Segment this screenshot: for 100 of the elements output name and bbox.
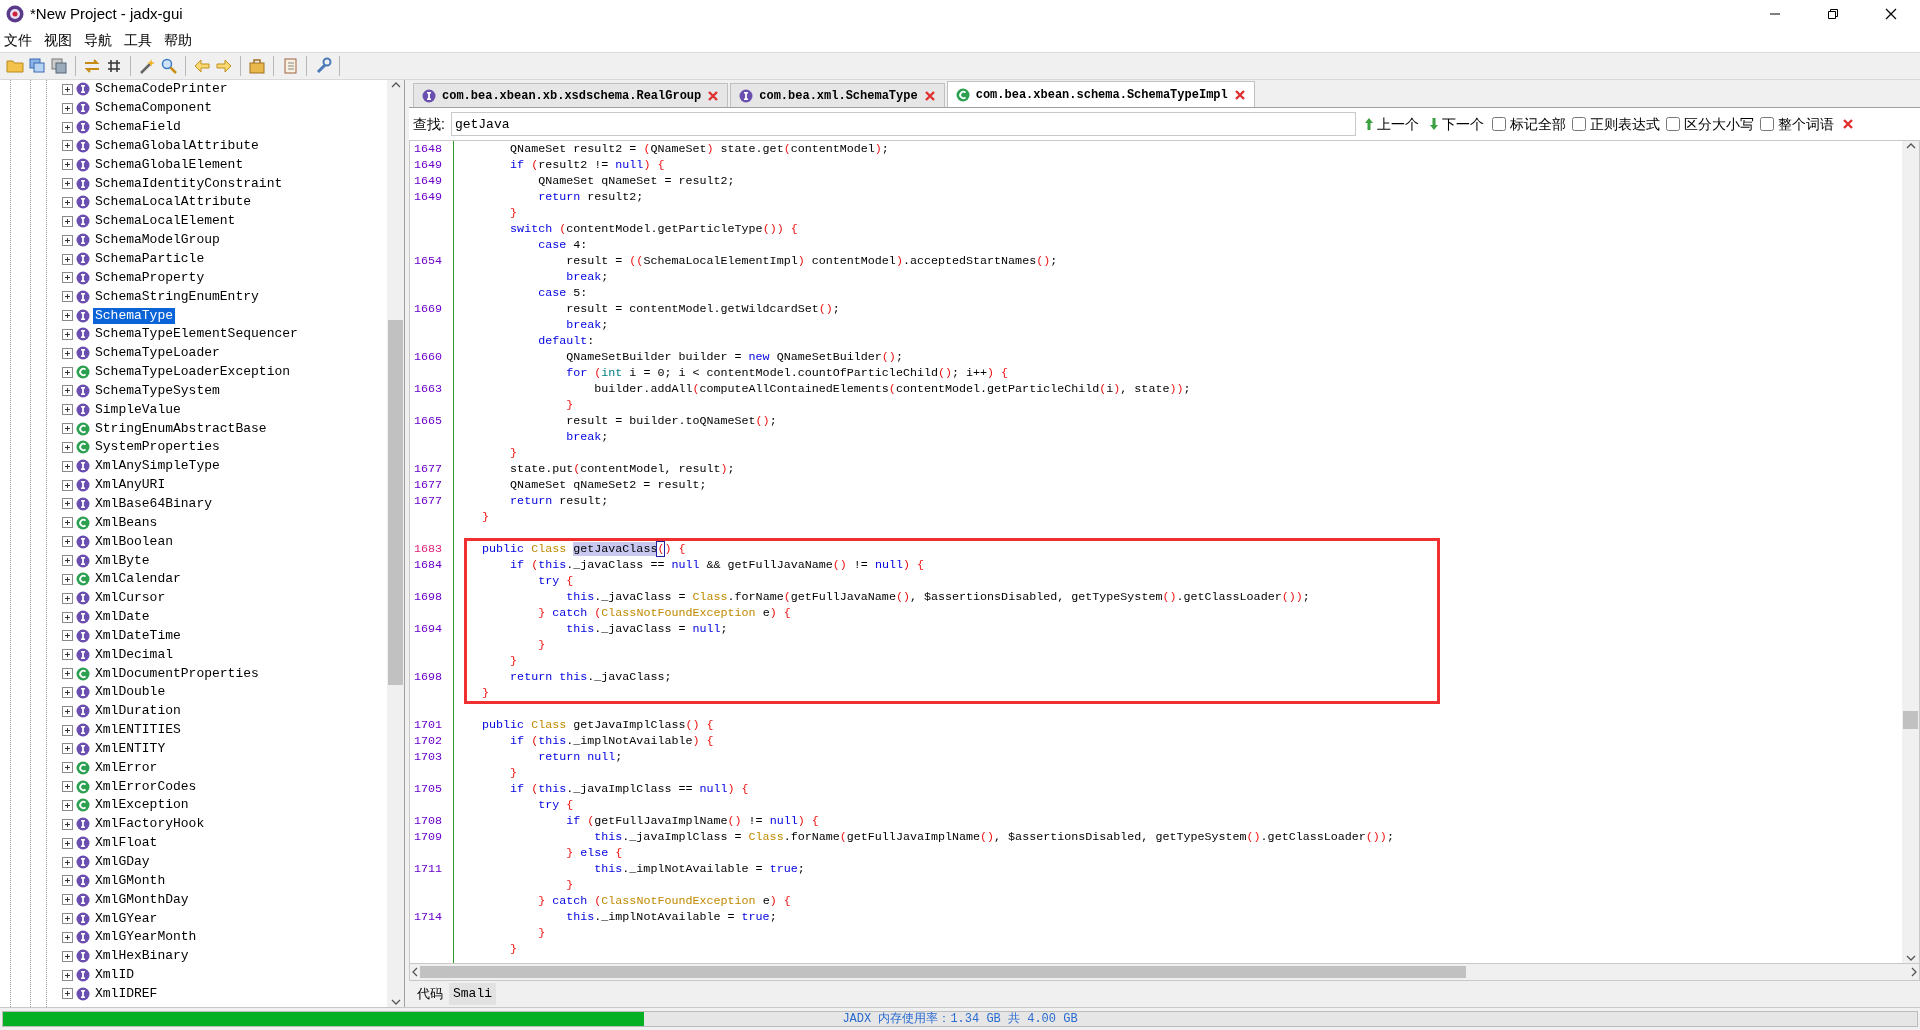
expand-icon[interactable] bbox=[62, 875, 73, 887]
expand-icon[interactable] bbox=[62, 724, 73, 736]
expand-icon[interactable] bbox=[62, 83, 73, 95]
arrow-right-icon[interactable] bbox=[215, 57, 233, 75]
checkbox[interactable] bbox=[1759, 117, 1774, 131]
tree-item[interactable]: XmlDecimal bbox=[93, 646, 175, 663]
tree-item[interactable]: XmlDouble bbox=[93, 684, 168, 701]
tree-item[interactable]: XmlGYear bbox=[93, 910, 160, 927]
tree-item[interactable]: SchemaField bbox=[93, 119, 183, 136]
tree-item[interactable]: SchemaLocalElement bbox=[93, 213, 238, 230]
menu-item[interactable]: 帮助 bbox=[164, 29, 192, 51]
expand-icon[interactable] bbox=[62, 969, 73, 981]
tree-item[interactable]: XmlGMonthDay bbox=[93, 891, 191, 908]
tree-item[interactable]: XmlID bbox=[93, 967, 136, 984]
tree-item[interactable]: SchemaComponent bbox=[93, 100, 215, 117]
tree-item[interactable]: XmlENTITIES bbox=[93, 722, 183, 739]
checkbox[interactable] bbox=[1571, 117, 1586, 131]
tree-item[interactable]: SchemaIdentityConstraint bbox=[93, 175, 285, 192]
previous-button[interactable]: 上一个 bbox=[1361, 113, 1421, 135]
expand-icon[interactable] bbox=[62, 215, 73, 227]
tree-item[interactable]: XmlAnySimpleType bbox=[93, 458, 222, 475]
expand-icon[interactable] bbox=[62, 441, 73, 453]
wrench-icon[interactable] bbox=[314, 57, 332, 75]
tree-item[interactable]: XmlDate bbox=[93, 609, 152, 626]
tree-item[interactable]: SchemaCodePrinter bbox=[93, 81, 230, 98]
checkbox-label[interactable]: 整个词语 bbox=[1777, 113, 1834, 135]
windows-icon[interactable] bbox=[28, 57, 46, 75]
tree-item[interactable]: XmlCursor bbox=[93, 590, 168, 607]
tree-item[interactable]: XmlBase64Binary bbox=[93, 496, 215, 512]
search-field[interactable]: getJava bbox=[450, 112, 1356, 136]
tree-item[interactable]: SchemaTypeElementSequencer bbox=[93, 326, 300, 343]
menu-item[interactable]: 导航 bbox=[84, 29, 112, 51]
expand-icon[interactable] bbox=[62, 517, 73, 529]
briefcase-icon[interactable] bbox=[248, 57, 266, 75]
tree-item[interactable]: XmlBeans bbox=[93, 514, 160, 531]
tree-item[interactable]: SchemaLocalAttribute bbox=[93, 194, 254, 211]
expand-icon[interactable] bbox=[62, 121, 73, 133]
horizontal-scrollbar[interactable] bbox=[409, 964, 1920, 981]
tree-item[interactable]: XmlENTITY bbox=[93, 740, 168, 757]
expand-icon[interactable] bbox=[62, 800, 73, 811]
expand-icon[interactable] bbox=[62, 102, 73, 114]
scrollbar-thumb[interactable] bbox=[1903, 711, 1918, 729]
tree-item[interactable]: XmlIDREF bbox=[93, 985, 160, 1002]
tree-item[interactable]: XmlGDay bbox=[93, 854, 152, 870]
expand-icon[interactable] bbox=[62, 762, 73, 774]
expand-icon[interactable] bbox=[62, 272, 73, 284]
tree-item[interactable]: XmlDuration bbox=[93, 703, 183, 720]
tree-item[interactable]: SchemaGlobalAttribute bbox=[93, 137, 261, 154]
expand-icon[interactable] bbox=[62, 366, 73, 378]
close-icon[interactable] bbox=[707, 89, 720, 102]
tree-item[interactable]: SchemaTypeLoaderException bbox=[93, 364, 293, 381]
vertical-scrollbar[interactable] bbox=[387, 80, 404, 1007]
tree-item[interactable]: SchemaType bbox=[93, 307, 175, 324]
view-tab[interactable]: 代码 bbox=[413, 983, 447, 1005]
expand-icon[interactable] bbox=[62, 894, 73, 906]
editor-tab[interactable]: com.bea.xml.SchemaType bbox=[730, 83, 945, 107]
grid-icon[interactable] bbox=[105, 57, 123, 75]
tree-item[interactable]: StringEnumAbstractBase bbox=[93, 420, 269, 437]
tree-item[interactable]: XmlErrorCodes bbox=[93, 778, 199, 795]
tree-item[interactable]: XmlByte bbox=[93, 552, 152, 569]
tree-item[interactable]: SchemaTypeSystem bbox=[93, 382, 222, 399]
expand-icon[interactable] bbox=[62, 498, 73, 510]
expand-icon[interactable] bbox=[62, 460, 73, 472]
expand-icon[interactable] bbox=[62, 913, 73, 925]
search-icon[interactable] bbox=[160, 57, 178, 75]
expand-icon[interactable] bbox=[62, 385, 73, 397]
close-icon[interactable] bbox=[1233, 88, 1246, 101]
tree-item[interactable]: XmlException bbox=[93, 797, 191, 814]
expand-icon[interactable] bbox=[62, 950, 73, 962]
checkbox-label[interactable]: 区分大小写 bbox=[1683, 113, 1754, 135]
expand-icon[interactable] bbox=[62, 837, 73, 849]
expand-icon[interactable] bbox=[62, 781, 73, 793]
tree-item[interactable]: XmlError bbox=[93, 759, 160, 776]
expand-icon[interactable] bbox=[62, 686, 73, 698]
tree-item[interactable]: XmlGMonth bbox=[93, 872, 168, 889]
disks-icon[interactable] bbox=[50, 57, 68, 75]
checkbox[interactable] bbox=[1491, 117, 1506, 131]
expand-icon[interactable] bbox=[62, 592, 73, 604]
expand-icon[interactable] bbox=[62, 159, 73, 171]
expand-icon[interactable] bbox=[62, 310, 73, 322]
expand-icon[interactable] bbox=[62, 234, 73, 246]
expand-icon[interactable] bbox=[62, 423, 73, 435]
tree-item[interactable]: SystemProperties bbox=[93, 439, 222, 456]
wand-icon[interactable] bbox=[138, 57, 156, 75]
expand-icon[interactable] bbox=[62, 536, 73, 548]
expand-icon[interactable] bbox=[62, 328, 73, 340]
scrollbar-thumb[interactable] bbox=[388, 320, 403, 685]
expand-icon[interactable] bbox=[62, 611, 73, 623]
expand-icon[interactable] bbox=[62, 818, 73, 830]
menu-item[interactable]: 工具 bbox=[124, 29, 152, 51]
tree-item[interactable]: SchemaParticle bbox=[93, 251, 207, 267]
menu-item[interactable]: 视图 bbox=[44, 29, 72, 51]
vertical-scrollbar[interactable] bbox=[1902, 141, 1919, 963]
scrollbar-thumb[interactable] bbox=[420, 966, 1466, 978]
expand-icon[interactable] bbox=[62, 630, 73, 642]
checkbox-label[interactable]: 正则表达式 bbox=[1589, 113, 1660, 135]
menu-item[interactable]: 文件 bbox=[4, 29, 32, 51]
expand-icon[interactable] bbox=[62, 404, 73, 416]
next-button[interactable]: 下一个 bbox=[1426, 113, 1486, 135]
expand-icon[interactable] bbox=[62, 197, 73, 208]
